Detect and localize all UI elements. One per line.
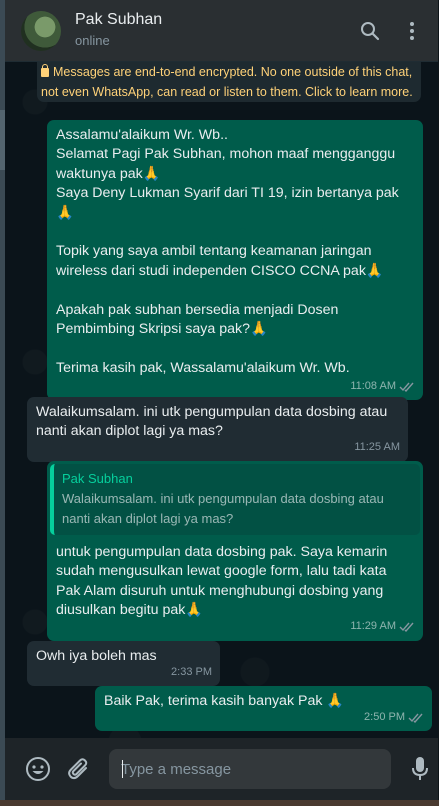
contact-name: Pak Subhan	[75, 11, 163, 28]
encryption-notice[interactable]: Messages are end-to-end encrypted. No on…	[37, 62, 421, 102]
desktop-background-strip	[0, 800, 439, 806]
double-check-icon	[399, 382, 414, 393]
message-bubble-incoming[interactable]: Walaikumsalam. ini utk pengumpulan data …	[27, 397, 408, 462]
quoted-text: Walaikumsalam. ini utk pengumpulan data …	[62, 491, 384, 526]
chat-window: Pak Subhan online Messages are end-to-en…	[5, 0, 438, 806]
avatar[interactable]	[21, 10, 61, 51]
message-text: Walaikumsalam. ini utk pengumpulan data …	[36, 404, 388, 440]
message-line: Selamat Pagi Pak Subhan, mohon maaf meng…	[56, 146, 396, 182]
chat-area[interactable]: Messages are end-to-end encrypted. No on…	[5, 62, 438, 738]
message-line: Terima kasih pak, Wassalamu'alaikum Wr. …	[56, 359, 350, 376]
message-time: 11:25 AM	[354, 441, 400, 454]
message-time: 2:33 PM	[171, 666, 212, 678]
message-line: Apakah pak subhan bersedia menjadi Dosen…	[56, 301, 339, 338]
contact-info[interactable]: Pak Subhan online	[75, 10, 358, 51]
quoted-author: Pak Subhan	[62, 471, 133, 486]
quoted-message[interactable]: Pak Subhan Walaikumsalam. ini utk pengum…	[50, 464, 420, 535]
message-bubble-outgoing-reply[interactable]: Pak Subhan Walaikumsalam. ini utk pengum…	[47, 461, 423, 641]
message-bubble-incoming[interactable]: Owh iya boleh mas 2:33 PM	[27, 641, 220, 687]
double-check-icon	[399, 622, 414, 633]
message-time: 11:08 AM	[350, 379, 396, 392]
microphone-icon[interactable]	[406, 755, 434, 783]
contact-status: online	[75, 33, 110, 48]
text-caret	[122, 760, 123, 778]
emoji-icon[interactable]	[24, 755, 52, 783]
message-time: 2:50 PM	[364, 711, 405, 723]
encryption-notice-text: Messages are end-to-end encrypted. No on…	[41, 65, 413, 99]
composer-bar	[5, 738, 438, 800]
lock-icon	[41, 64, 49, 77]
message-time: 11:29 AM	[350, 620, 396, 633]
message-bubble-outgoing[interactable]: Assalamu'alaikum Wr. Wb.. Selamat Pagi P…	[47, 120, 423, 401]
message-bubble-outgoing[interactable]: Baik Pak, terima kasih banyak Pak 🙏 2:50…	[95, 686, 432, 732]
attach-icon[interactable]	[65, 755, 93, 783]
message-text: untuk pengumpulan data dosbing pak. Saya…	[56, 544, 388, 619]
double-check-icon	[408, 713, 423, 724]
chat-header[interactable]: Pak Subhan online	[5, 0, 438, 62]
message-line: Assalamu'alaikum Wr. Wb..	[56, 127, 228, 143]
message-line: Saya Deny Lukman Syarif dari TI 19, izin…	[56, 185, 399, 221]
message-input[interactable]	[109, 749, 391, 789]
message-text: Owh iya boleh mas	[36, 648, 157, 664]
message-line: Topik yang saya ambil tentang keamanan j…	[56, 243, 384, 279]
search-icon[interactable]	[358, 19, 382, 43]
menu-icon[interactable]	[400, 19, 424, 43]
